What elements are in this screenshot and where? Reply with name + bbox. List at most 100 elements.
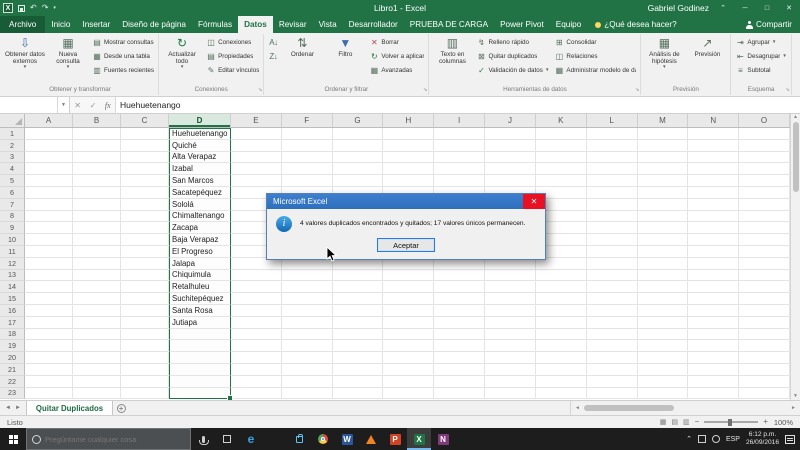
row-header-9[interactable]: 9 <box>0 222 25 235</box>
cell-K5[interactable] <box>535 175 587 187</box>
explorer-taskbar-button[interactable] <box>263 428 287 450</box>
cell-C17[interactable] <box>121 316 169 329</box>
cell-N18[interactable] <box>688 328 740 341</box>
name-box[interactable] <box>0 97 58 113</box>
row-header-5[interactable]: 5 <box>0 175 25 187</box>
cell-K3[interactable] <box>535 151 587 164</box>
cell-C10[interactable] <box>121 234 169 246</box>
scroll-down-icon[interactable]: ▼ <box>793 394 798 399</box>
editar-vinculos-button[interactable]: ✎ Editar vínculos <box>204 64 261 77</box>
cell-N22[interactable] <box>688 375 740 388</box>
cell-E1[interactable] <box>231 128 282 140</box>
maximize-button[interactable]: □ <box>759 5 775 12</box>
column-header-I[interactable]: I <box>434 114 486 127</box>
cell-E14[interactable] <box>231 281 282 294</box>
cell-C23[interactable] <box>121 387 169 400</box>
formula-input-area[interactable] <box>116 97 800 113</box>
row-header-2[interactable]: 2 <box>0 139 25 152</box>
cell-L4[interactable] <box>586 163 638 176</box>
sort-za-button[interactable]: Z↓ <box>266 50 280 63</box>
cell-D7[interactable]: Sololá <box>169 198 231 211</box>
row-header-19[interactable]: 19 <box>0 340 25 353</box>
cell-J20[interactable] <box>485 352 536 364</box>
cell-J21[interactable] <box>485 363 536 376</box>
column-header-E[interactable]: E <box>231 114 282 127</box>
cell-I15[interactable] <box>434 293 486 305</box>
cell-F13[interactable] <box>281 269 333 282</box>
obtener-datos-externos-button[interactable]: ⇩ Obtener datos externos ▼ <box>4 34 46 85</box>
cell-O23[interactable] <box>739 387 790 400</box>
cell-I18[interactable] <box>434 328 486 341</box>
cell-B21[interactable] <box>73 363 121 376</box>
cell-F22[interactable] <box>281 375 333 388</box>
propiedades-button[interactable]: ▤ Propiedades <box>204 50 261 63</box>
cell-H20[interactable] <box>383 352 435 364</box>
cell-N20[interactable] <box>688 352 740 364</box>
cell-I19[interactable] <box>434 340 486 353</box>
tab-formulas[interactable]: Fórmulas <box>192 16 238 33</box>
cell-L13[interactable] <box>586 269 638 282</box>
ordenar-button[interactable]: ⇅ Ordenar <box>281 34 323 85</box>
cell-F14[interactable] <box>281 281 333 294</box>
cell-E16[interactable] <box>231 304 282 317</box>
language-indicator[interactable]: ESP <box>726 436 740 443</box>
cell-C2[interactable] <box>121 139 169 152</box>
cell-J4[interactable] <box>485 163 536 176</box>
cell-D10[interactable]: Baja Verapaz <box>169 234 231 246</box>
column-header-K[interactable]: K <box>536 114 587 127</box>
dialog-launcher-icon[interactable]: ⇘ <box>423 88 427 93</box>
cell-J17[interactable] <box>485 316 536 329</box>
cell-M8[interactable] <box>637 210 689 223</box>
cell-I16[interactable] <box>434 304 486 317</box>
cell-O22[interactable] <box>739 375 790 388</box>
cell-D8[interactable]: Chimaltenango <box>169 210 231 223</box>
cell-K21[interactable] <box>535 363 587 376</box>
cell-B5[interactable] <box>73 175 121 187</box>
qat-customize-icon[interactable]: ▾ <box>53 5 56 11</box>
cell-M12[interactable] <box>637 257 689 270</box>
cell-O11[interactable] <box>739 245 790 258</box>
column-header-J[interactable]: J <box>485 114 536 127</box>
cell-H14[interactable] <box>383 281 435 294</box>
cell-B2[interactable] <box>73 139 121 152</box>
cell-N3[interactable] <box>688 151 740 164</box>
cell-L21[interactable] <box>586 363 638 376</box>
row-header-23[interactable]: 23 <box>0 387 25 400</box>
cell-D14[interactable]: Retalhuleu <box>169 281 231 294</box>
cell-F17[interactable] <box>281 316 333 329</box>
cell-B15[interactable] <box>73 293 121 305</box>
tab-equipo[interactable]: Equipo <box>550 16 588 33</box>
cell-C11[interactable] <box>121 245 169 258</box>
sort-az-button[interactable]: A↓ <box>266 36 280 49</box>
cell-G16[interactable] <box>332 304 384 317</box>
taskview-taskbar-button[interactable] <box>215 428 239 450</box>
cell-H5[interactable] <box>383 175 435 187</box>
cell-K19[interactable] <box>535 340 587 353</box>
cell-J23[interactable] <box>485 387 536 400</box>
cell-M18[interactable] <box>637 328 689 341</box>
cell-E15[interactable] <box>231 293 282 305</box>
cell-B23[interactable] <box>73 387 121 400</box>
tray-chevron-up-icon[interactable]: ⌃ <box>686 435 692 443</box>
cell-D5[interactable]: San Marcos <box>169 175 231 187</box>
row-header-15[interactable]: 15 <box>0 293 25 305</box>
cell-C9[interactable] <box>121 222 169 235</box>
cell-N12[interactable] <box>688 257 740 270</box>
cell-A10[interactable] <box>25 234 73 246</box>
onenote-taskbar-button[interactable] <box>431 428 455 450</box>
cell-L2[interactable] <box>586 139 638 152</box>
row-header-11[interactable]: 11 <box>0 245 25 258</box>
cell-L7[interactable] <box>586 198 638 211</box>
cell-C15[interactable] <box>121 293 169 305</box>
cell-D6[interactable]: Sacatepéquez <box>169 186 231 199</box>
cell-D21[interactable] <box>169 363 231 376</box>
cell-M7[interactable] <box>637 198 689 211</box>
cell-N6[interactable] <box>688 186 740 199</box>
administrar-modelo-de-datos-button[interactable]: ▦Administrar modelo de datos <box>552 64 638 77</box>
cell-A11[interactable] <box>25 245 73 258</box>
scroll-up-icon[interactable]: ▲ <box>793 115 798 120</box>
redo-icon[interactable]: ↷ <box>42 4 49 12</box>
cell-I14[interactable] <box>434 281 486 294</box>
cell-F21[interactable] <box>281 363 333 376</box>
cell-J22[interactable] <box>485 375 536 388</box>
